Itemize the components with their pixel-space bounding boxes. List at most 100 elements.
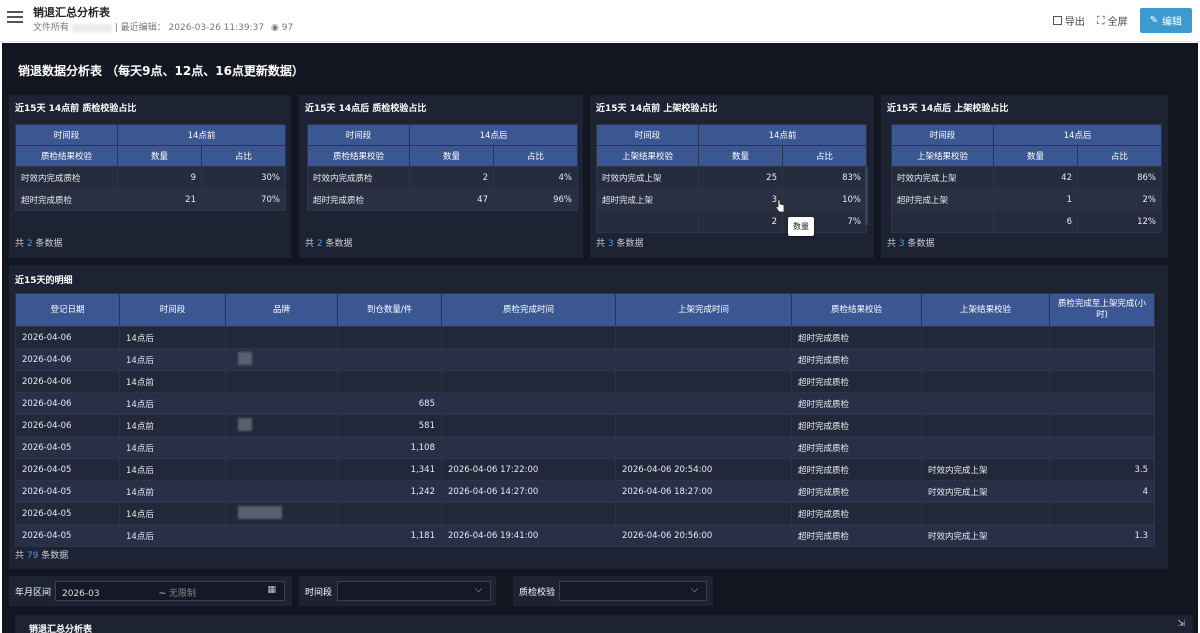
- panel-shelf-after-14: 近15天 14点后 上架校验占比 时间段 14点后 上架结果校验 数量 占比 时…: [881, 95, 1168, 258]
- edit-label: 编辑: [1162, 17, 1182, 28]
- scrollbar[interactable]: [865, 167, 868, 225]
- column-header: 数量: [117, 145, 202, 167]
- table-cell: 2026-04-05: [15, 502, 120, 525]
- table-cell: 2026-04-05: [15, 458, 120, 481]
- table-cell: 2%: [1076, 188, 1163, 211]
- row-count: 共 2 条数据: [15, 236, 63, 249]
- panel-title: 近15天 14点后 上架校验占比: [887, 104, 1009, 114]
- column-header[interactable]: 时间段: [119, 293, 226, 327]
- panel-title: 近15天 14点前 质检校验占比: [15, 104, 137, 114]
- table-row[interactable]: 2026-04-05 14点后 1,341 2026-04-06 17:22:00 20…: [15, 458, 1155, 481]
- table-cell: 超时完成质检: [791, 326, 922, 349]
- table-row[interactable]: 2026-04-05 14点后 1,108 超时完成质检: [15, 436, 1155, 459]
- brand-redacted: [238, 417, 252, 431]
- table-cell: 1,242: [337, 480, 442, 503]
- table-cell: [921, 392, 1050, 415]
- column-header[interactable]: 上架完成时间: [615, 293, 792, 327]
- dashboard-title: 销退数据分析表 （每天9点、12点、16点更新数据）: [18, 64, 304, 78]
- table-row[interactable]: 时效内完成质检 9 30%: [15, 166, 287, 189]
- table-cell: 30%: [200, 166, 287, 189]
- table-row[interactable]: 2026-04-06 14点后 685 超时完成质检: [15, 392, 1155, 415]
- table-cell: [441, 348, 616, 371]
- table-row[interactable]: 时效内完成上架 25 83%: [596, 166, 868, 189]
- row-count-prefix: 共: [15, 551, 25, 561]
- table-cell: 4%: [492, 166, 579, 189]
- column-header[interactable]: 品牌: [225, 293, 338, 327]
- qc-select[interactable]: ⌵: [559, 581, 707, 601]
- filter-month-range: 年月区间 2026-03 ~ 无限制 ▦: [9, 576, 292, 606]
- panel-title: 近15天 14点前 上架校验占比: [596, 104, 718, 114]
- table-cell: 1,108: [337, 436, 442, 459]
- table-cell: [441, 436, 616, 459]
- table-row[interactable]: 2026-04-06 14点前 超时完成质检: [15, 370, 1155, 393]
- row-count-number: 2: [26, 239, 33, 249]
- table-row[interactable]: 2 7%: [596, 210, 868, 233]
- table-cell: [337, 326, 442, 349]
- row-count: 共 2 条数据: [305, 236, 353, 249]
- table-cell: 21: [117, 188, 202, 211]
- shelf-before-14-table: 时间段 14点前 上架结果校验 数量 占比 时效内完成上架 25 83% 超时完…: [596, 124, 868, 233]
- month-range-input[interactable]: 2026-03 ~ 无限制 ▦: [55, 581, 285, 601]
- table-row[interactable]: 时效内完成上架 42 86%: [891, 166, 1163, 189]
- table-row[interactable]: 超时完成质检 47 96%: [307, 188, 579, 211]
- column-header[interactable]: 登记日期: [15, 293, 120, 327]
- fullscreen-button[interactable]: ⛶ 全屏: [1097, 13, 1128, 29]
- table-row[interactable]: 时效内完成质检 2 4%: [307, 166, 579, 189]
- row-count-prefix: 共: [15, 239, 25, 249]
- table-row[interactable]: 2026-04-06 14点后 超时完成质检: [15, 348, 1155, 371]
- column-header: 数量: [698, 145, 783, 167]
- table-cell: 时效内完成质检: [15, 166, 118, 189]
- table-row[interactable]: 2026-04-06 14点前 581 超时完成质检: [15, 414, 1155, 437]
- last-edited: | 最近编辑： 2026-03-26 11:39:37: [114, 23, 265, 33]
- table-cell: 2026-04-06: [15, 392, 120, 415]
- filter-period: 时间段 ⌵: [299, 576, 496, 606]
- owner-label: 文件所有: [33, 23, 70, 33]
- edit-button[interactable]: ✎ 编辑: [1139, 8, 1192, 33]
- table-row[interactable]: 2026-04-05 14点后 1,181 2026-04-06 19:41:00 20…: [15, 524, 1155, 547]
- table-row[interactable]: 超时完成质检 21 70%: [15, 188, 287, 211]
- column-header[interactable]: 质检结果校验: [791, 293, 922, 327]
- table-cell: 超时完成质检: [791, 480, 922, 503]
- filter-qc: 质检校验 ⌵: [513, 576, 713, 606]
- column-header: 上架结果校验: [596, 145, 699, 167]
- menu-icon[interactable]: [7, 11, 23, 27]
- shelf-after-14-table: 时间段 14点后 上架结果校验 数量 占比 时效内完成上架 42 86% 超时完…: [891, 124, 1163, 233]
- table-cell: 581: [337, 414, 442, 437]
- table-row[interactable]: 2026-04-06 14点后 超时完成质检: [15, 326, 1155, 349]
- table-cell: 6: [993, 210, 1078, 233]
- export-button[interactable]: 导出: [1052, 13, 1085, 28]
- table-cell: [921, 326, 1050, 349]
- table-row[interactable]: 2026-04-05 14点后 超时完成质检: [15, 502, 1155, 525]
- table-row[interactable]: 2026-04-05 14点前 1,242 2026-04-06 14:27:00 20…: [15, 480, 1155, 503]
- table-cell: 超时完成质检: [791, 348, 922, 371]
- table-cell: [337, 370, 442, 393]
- table-cell: [615, 370, 792, 393]
- month-start: 2026-03: [62, 589, 100, 599]
- table-cell: 超时完成质检: [791, 414, 922, 437]
- table-row[interactable]: 超时完成上架 1 2%: [891, 188, 1163, 211]
- table-cell: 96%: [492, 188, 579, 211]
- column-header[interactable]: 质检完成至上架完成(小时): [1049, 293, 1155, 327]
- table-row[interactable]: 6 12%: [891, 210, 1163, 233]
- column-header[interactable]: 质检完成时间: [441, 293, 616, 327]
- table-cell: 4: [1049, 480, 1155, 503]
- table-cell: 685: [337, 392, 442, 415]
- row-count-prefix: 共: [596, 239, 606, 249]
- column-header: 质检结果校验: [307, 145, 410, 167]
- table-cell: 25: [698, 166, 783, 189]
- column-header[interactable]: 到仓数量/件: [337, 293, 442, 327]
- period-select[interactable]: ⌵: [337, 581, 491, 601]
- table-cell: 超时完成质检: [791, 524, 922, 547]
- table-cell: 时效内完成上架: [921, 524, 1050, 547]
- table-cell: 2026-04-06 20:56:00: [615, 524, 792, 547]
- column-header: 质检结果校验: [15, 145, 118, 167]
- table-cell: 14点后: [119, 392, 226, 415]
- row-count-prefix: 共: [887, 239, 897, 249]
- table-cell: 2026-04-06 18:27:00: [615, 480, 792, 503]
- table-cell: 超时完成质检: [791, 458, 922, 481]
- column-header[interactable]: 上架结果校验: [921, 293, 1050, 327]
- table-row[interactable]: 超时完成上架 3 10%: [596, 188, 868, 211]
- calendar-icon: ▦: [267, 585, 276, 595]
- dashboard-canvas: 销退数据分析表 （每天9点、12点、16点更新数据） 近15天 14点前 质检校…: [2, 43, 1198, 633]
- resize-icon[interactable]: ⇲: [1177, 619, 1185, 629]
